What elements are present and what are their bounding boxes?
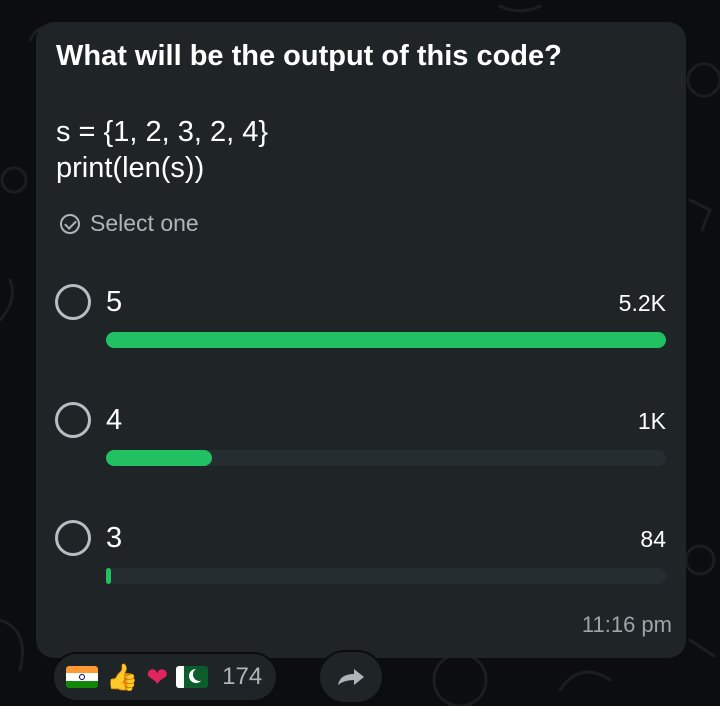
poll-option[interactable]: 3 84 [36, 520, 686, 610]
radio-button[interactable] [55, 284, 91, 320]
select-one-hint: Select one [60, 210, 199, 237]
vote-progress-track [106, 332, 666, 348]
option-vote-count: 5.2K [618, 290, 666, 316]
vote-progress-fill [106, 332, 666, 348]
option-vote-count: 1K [637, 408, 666, 434]
poll-option[interactable]: 4 1K [36, 402, 686, 492]
check-circle-icon [60, 213, 80, 234]
reaction-count: 174 [222, 663, 263, 690]
option-vote-count: 84 [640, 526, 666, 552]
radio-button[interactable] [55, 402, 91, 438]
option-label: 4 [106, 404, 123, 436]
option-label: 3 [106, 522, 123, 554]
forward-icon [338, 669, 364, 685]
message-timestamp: 11:16 pm [581, 612, 672, 637]
poll-code-block: s = {1, 2, 3, 2, 4} print(len(s)) [56, 114, 268, 186]
vote-progress-fill [106, 450, 213, 466]
poll-question: What will be the output of this code? [56, 40, 562, 72]
forward-button[interactable] [318, 650, 384, 704]
india-flag-icon [66, 666, 98, 688]
pakistan-flag-icon [176, 666, 209, 688]
reactions-bar[interactable]: 👍 ❤ 174 [52, 652, 279, 702]
poll-message-bubble: What will be the output of this code? s … [36, 22, 686, 658]
vote-progress-fill [106, 568, 111, 584]
thumbs-up-icon: 👍 [106, 662, 139, 692]
radio-button[interactable] [55, 520, 91, 556]
code-line: s = {1, 2, 3, 2, 4} [56, 116, 269, 148]
select-one-label: Select one [90, 210, 199, 236]
heart-icon: ❤ [146, 662, 169, 692]
poll-option[interactable]: 5 5.2K [36, 284, 686, 374]
vote-progress-track [106, 568, 666, 584]
option-label: 5 [106, 286, 123, 318]
vote-progress-track [106, 450, 666, 466]
code-line: print(len(s)) [56, 152, 205, 184]
